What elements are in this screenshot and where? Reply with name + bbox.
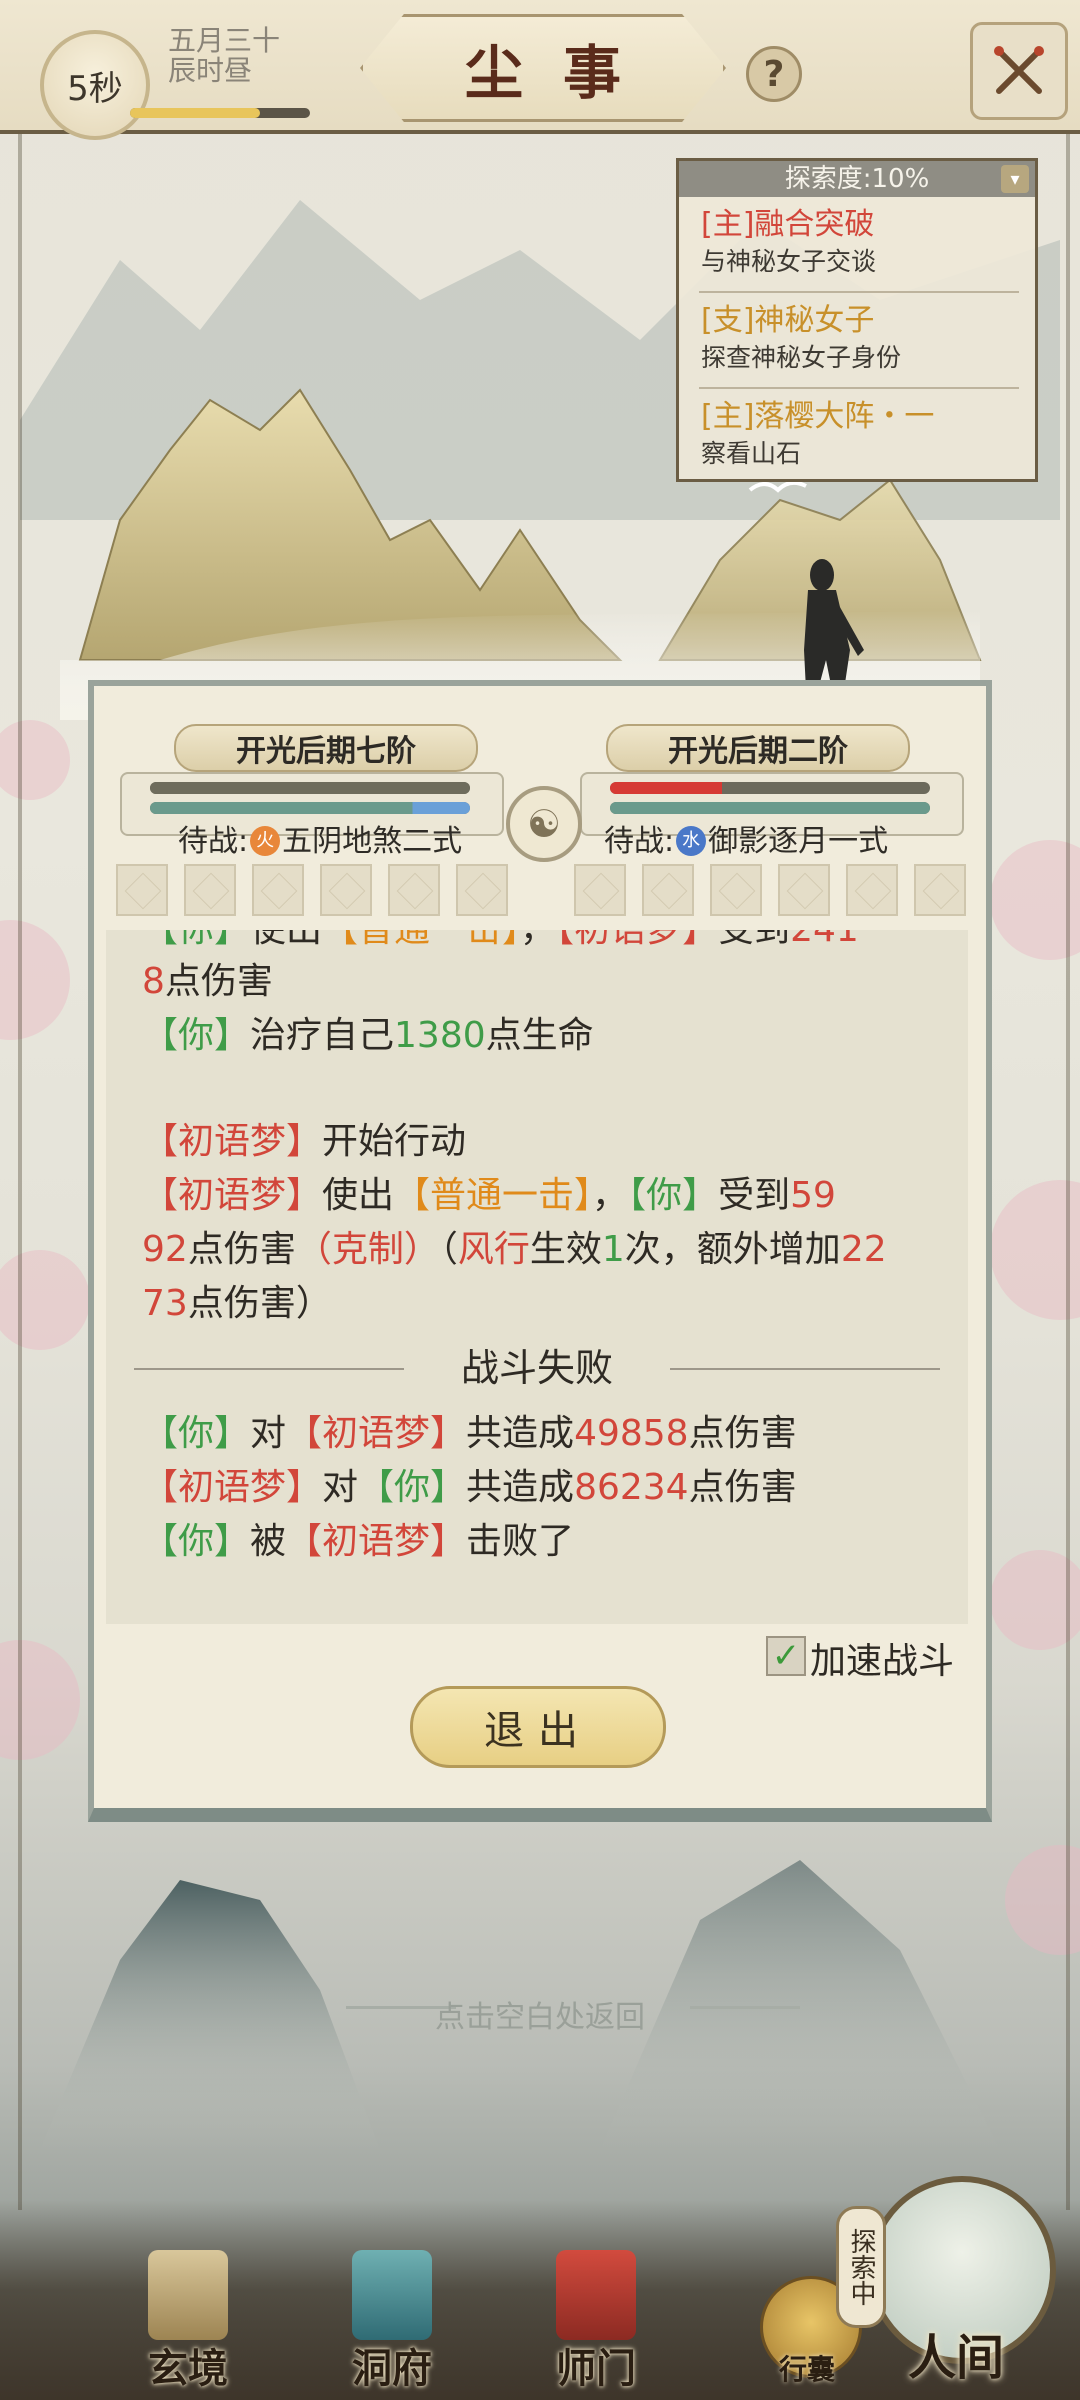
day-progress-fill	[130, 108, 260, 118]
player-skill-slot[interactable]	[456, 864, 508, 916]
time-of-day: 辰时昼	[168, 54, 253, 87]
water-element-icon: 水	[676, 825, 707, 856]
enemy-skill-slot	[914, 864, 966, 916]
enemy-skill-slot	[778, 864, 830, 916]
quest-item[interactable]: [主]落樱大阵・一 察看山石	[701, 399, 1021, 469]
enemy-skill-slot	[846, 864, 898, 916]
nav-label: 玄境	[148, 2345, 228, 2392]
help-icon[interactable]: ?	[746, 46, 802, 102]
enemy-hp-bar	[610, 782, 930, 794]
quest-item[interactable]: [支]神秘女子 探查神秘女子身份	[701, 303, 1021, 373]
enemy-mp-bar	[610, 802, 930, 814]
nav-item-shimen[interactable]: 师门	[526, 2240, 666, 2392]
quest-item[interactable]: [主]融合突破 与神秘女子交谈	[701, 207, 1021, 277]
date-line: 五月三十	[168, 24, 281, 57]
quest-desc: 察看山石	[701, 439, 802, 468]
enemy-skill-slot	[710, 864, 762, 916]
player-rank: 开光后期七阶	[174, 724, 478, 772]
divider	[690, 2006, 800, 2009]
battle-log[interactable]: 【你】使出【普通一击】，【初语梦】受到241 8点伤害 【你】治疗自己1380点…	[106, 930, 968, 1624]
player-hp-bar	[150, 782, 470, 794]
day-progress-bar	[130, 108, 310, 118]
exploring-tag: 探索中	[836, 2206, 886, 2328]
enemy-rank: 开光后期二阶	[606, 724, 910, 772]
enemy-skill-slot	[642, 864, 694, 916]
quest-title: [支]神秘女子	[701, 303, 875, 338]
nav-label: 师门	[556, 2345, 636, 2392]
enemy-skill-slot	[574, 864, 626, 916]
player-skill-slot[interactable]	[388, 864, 440, 916]
nav-item-dongfu[interactable]: 洞府	[322, 2240, 462, 2392]
log-line: 【初语梦】使出【普通一击】，【你】受到59	[142, 1175, 836, 1216]
player-skill-slot[interactable]	[252, 864, 304, 916]
log-line: 【你】治疗自己1380点生命	[142, 1015, 594, 1056]
enemy-standby-skill: 待战: 水御影逐月一式	[604, 824, 889, 859]
log-line: 8点伤害	[142, 961, 273, 1002]
explore-panel[interactable]: 探索度:10% ▾ [主]融合突破 与神秘女子交谈 [支]神秘女子 探查神秘女子…	[676, 158, 1038, 482]
divider	[670, 1368, 940, 1370]
nav-item-xuanjing[interactable]: 玄境	[118, 2240, 258, 2392]
timer-badge: 5秒	[40, 30, 150, 140]
summary-line: 【初语梦】对【你】共造成86234点伤害	[142, 1467, 797, 1508]
exit-button[interactable]: 退出	[410, 1686, 666, 1768]
chevron-down-icon[interactable]: ▾	[1001, 165, 1029, 193]
player-skill-slot[interactable]	[184, 864, 236, 916]
banner-icon	[556, 2250, 636, 2340]
divider	[699, 387, 1019, 389]
close-icon[interactable]	[970, 22, 1068, 120]
player-skill-slot[interactable]	[116, 864, 168, 916]
quest-title: [主]落樱大阵・一	[701, 399, 935, 434]
page-title: 尘事	[360, 14, 726, 122]
speed-up-label[interactable]: 加速战斗	[810, 1632, 954, 1684]
log-line: 92点伤害（克制）（风行生效1次，额外增加22	[142, 1229, 887, 1270]
scroll-icon	[148, 2250, 228, 2340]
player-standby-skill: 待战: 火五阴地煞二式	[178, 824, 463, 859]
log-line: 【初语梦】开始行动	[142, 1121, 467, 1162]
world-label[interactable]: 人间	[868, 2318, 1044, 2388]
explore-progress: 探索度:10%	[679, 161, 1035, 197]
summary-line: 【你】对【初语梦】共造成49858点伤害	[142, 1413, 797, 1454]
pavilion-icon	[352, 2250, 432, 2340]
divider	[699, 291, 1019, 293]
quest-title: [主]融合突破	[701, 207, 875, 242]
quest-desc: 与神秘女子交谈	[701, 247, 877, 276]
log-line: 73点伤害）	[142, 1283, 332, 1324]
fire-element-icon: 火	[250, 825, 281, 856]
nav-label: 洞府	[352, 2345, 432, 2392]
player-mp-bar	[150, 802, 470, 814]
quest-desc: 探查神秘女子身份	[701, 343, 902, 372]
summary-line: 【你】被【初语梦】击败了	[142, 1521, 575, 1562]
bag-label[interactable]: 行囊	[742, 2348, 872, 2388]
back-hint[interactable]: 点击空白处返回	[360, 1992, 720, 2036]
yin-yang-icon: ☯	[506, 786, 582, 862]
player-skill-slot[interactable]	[320, 864, 372, 916]
speed-up-checkbox[interactable]: ✓	[766, 1636, 806, 1676]
log-line: 【你】使出【普通一击】，【初语梦】受到241	[142, 930, 859, 956]
game-date: 五月三十 辰时昼	[168, 26, 280, 86]
battle-result-row: 战斗失败	[134, 1342, 940, 1394]
top-bar: 5秒 五月三十 辰时昼 尘事 ?	[0, 0, 1080, 140]
